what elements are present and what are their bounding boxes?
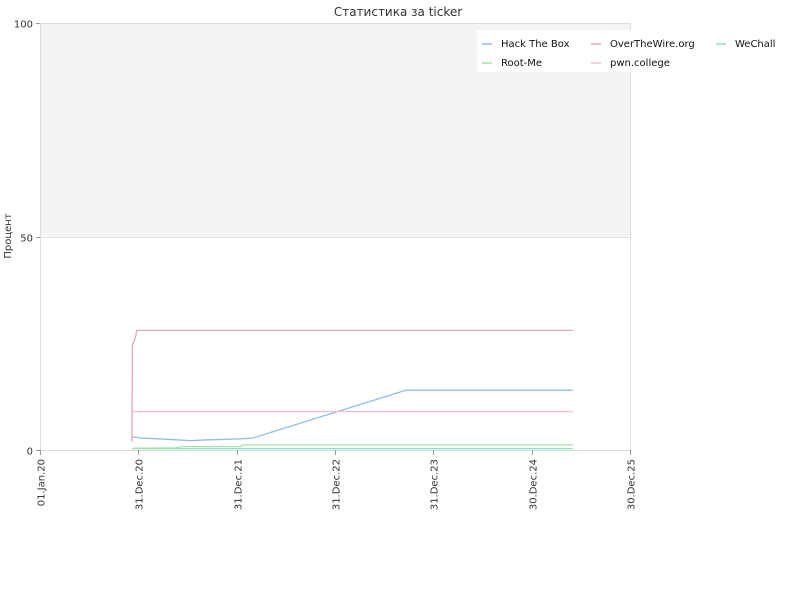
legend-label: pwn.college [610, 58, 670, 69]
plot-area [40, 23, 631, 451]
legend-label: WeChall [735, 39, 775, 50]
series-line-3 [132, 444, 573, 449]
x-tick-label: 30.Dec.25 [627, 459, 638, 510]
x-tick-label: 31.Dec.23 [430, 459, 441, 510]
series-line-1 [131, 329, 573, 442]
legend-label: OverTheWire.org [610, 39, 695, 50]
y-tick-label: 0 [27, 447, 33, 458]
x-tick-label: 31.Dec.22 [332, 459, 343, 510]
y-axis-label: Процент [3, 213, 14, 258]
x-tick-label: 31.Dec.20 [135, 459, 146, 510]
x-tick-label: 31.Dec.21 [234, 459, 245, 510]
y-tick-label: 50 [20, 234, 33, 245]
chart: Статистика за ticker 0 50 100 01.Jan.20 31.… [3, 5, 779, 510]
x-tick-label: 30.Dec.24 [529, 459, 540, 510]
legend-label: Hack The Box [501, 39, 570, 50]
x-axis: 01.Jan.20 31.Dec.20 31.Dec.21 31.Dec.22 31.D… [37, 450, 638, 510]
x-tick-label: 01.Jan.20 [37, 459, 48, 506]
series-layer [131, 329, 573, 450]
y-axis: 0 50 100 [14, 20, 40, 458]
y-tick-label: 100 [14, 20, 33, 31]
legend: Hack The Box OverTheWire.org WeChall Root-M… [477, 30, 779, 72]
series-line-0 [132, 389, 573, 442]
legend-label: Root-Me [501, 58, 542, 69]
chart-title: Статистика за ticker [334, 5, 462, 19]
